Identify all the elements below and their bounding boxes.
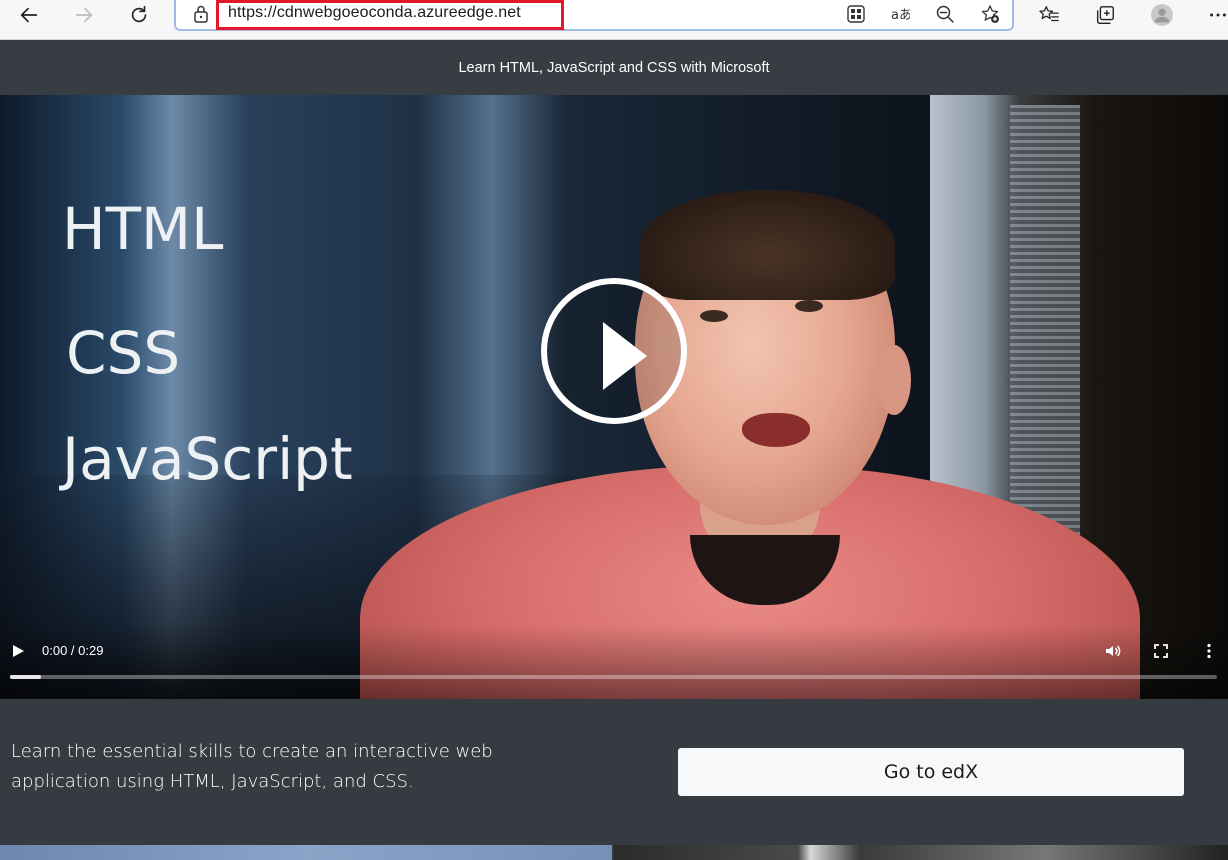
collections-icon[interactable] [1087, 0, 1123, 30]
volume-icon[interactable] [1102, 640, 1124, 662]
video-word-javascript: JavaScript [62, 425, 353, 493]
video-progress-bar[interactable] [10, 675, 1217, 679]
play-triangle-icon [603, 322, 647, 390]
presenter-mouth [742, 413, 810, 447]
lock-icon[interactable] [192, 4, 210, 24]
add-favorite-icon[interactable] [978, 2, 1002, 26]
presenter-eye-left [700, 310, 728, 322]
read-aloud-icon[interactable]: aあ [888, 2, 912, 26]
play-icon[interactable] [8, 641, 28, 661]
presenter-eye-right [795, 300, 823, 312]
video-player[interactable]: HTML CSS JavaScript 0:00 / 0:29 [0, 95, 1228, 699]
video-controls [0, 625, 1228, 699]
address-bar[interactable]: https://cdnwebgoeoconda.azureedge.net aあ [174, 0, 1014, 31]
course-description: Learn the essential skills to create an … [11, 741, 493, 792]
forward-icon[interactable] [66, 0, 102, 30]
video-progress-fill [10, 675, 42, 679]
time-display: 0:00 / 0:29 [42, 643, 104, 658]
next-section-image-right [614, 845, 1228, 860]
go-to-edx-button[interactable]: Go to edX [678, 748, 1184, 796]
video-word-css: CSS [66, 319, 181, 387]
fullscreen-icon[interactable] [1150, 640, 1172, 662]
browser-toolbar: https://cdnwebgoeoconda.azureedge.net aあ [0, 0, 1228, 40]
svg-text:aあ: aあ [891, 8, 910, 23]
presenter-hair [640, 190, 895, 300]
page-header: Learn HTML, JavaScript and CSS with Micr… [0, 40, 1228, 95]
big-play-button[interactable] [541, 278, 687, 424]
presenter-ear [877, 345, 911, 415]
more-icon[interactable] [1200, 0, 1228, 30]
next-section-image-left [0, 845, 612, 860]
profile-icon[interactable] [1144, 0, 1180, 30]
back-icon[interactable] [11, 0, 47, 30]
video-word-html: HTML [62, 195, 224, 263]
favorites-icon[interactable] [1031, 0, 1067, 30]
course-description-section: Learn the essential skills to create an … [0, 699, 1228, 845]
video-more-icon[interactable] [1198, 640, 1220, 662]
zoom-out-icon[interactable] [933, 2, 957, 26]
url-text[interactable]: https://cdnwebgoeoconda.azureedge.net [228, 4, 521, 22]
refresh-icon[interactable] [121, 0, 157, 30]
apps-icon[interactable] [844, 2, 868, 26]
page-title: Learn HTML, JavaScript and CSS with Micr… [458, 59, 770, 76]
